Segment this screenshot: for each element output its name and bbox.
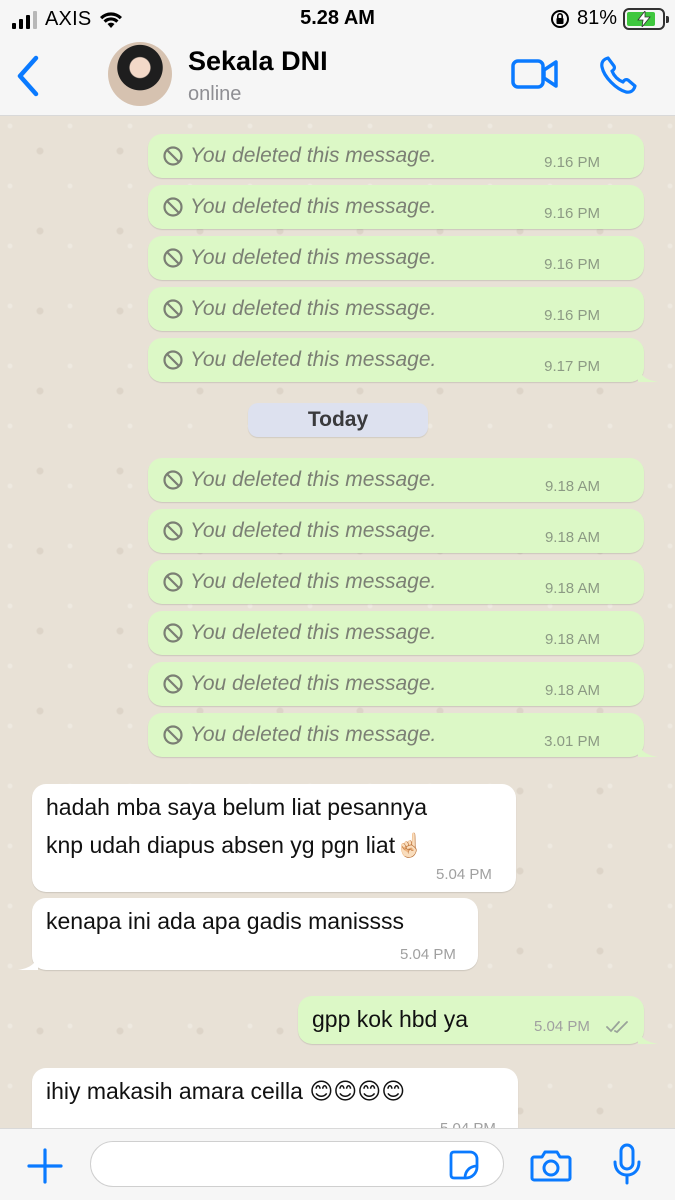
message-time: 5.04 PM <box>436 866 492 883</box>
message-time: 9.18 AM <box>544 478 600 495</box>
message-time: 5.04 PM <box>400 946 456 963</box>
message-time: 9.17 PM <box>544 358 600 375</box>
deleted-message-text: You deleted this message. <box>190 246 437 269</box>
prohibited-icon <box>163 572 183 592</box>
double-check-icon <box>606 1021 628 1034</box>
deleted-message-text: You deleted this message. <box>190 621 437 644</box>
bubble-tail <box>638 366 658 382</box>
deleted-message-text: You deleted this message. <box>190 144 437 167</box>
deleted-message-text: You deleted this message. <box>190 195 437 218</box>
deleted-message-bubble[interactable]: You deleted this message. 3.01 PM <box>148 713 658 757</box>
message-time: 9.18 AM <box>544 682 600 699</box>
prohibited-icon <box>163 299 183 319</box>
battery-percent: 81% <box>576 7 617 29</box>
deleted-message-bubble[interactable]: You deleted this message. 9.16 PM <box>148 287 644 331</box>
prohibited-icon <box>163 248 183 268</box>
message-time: 5.04 PM <box>440 1120 496 1128</box>
back-button[interactable] <box>12 54 46 98</box>
deleted-message-bubble[interactable]: You deleted this message. 9.16 PM <box>148 185 644 229</box>
message-text: ihiy makasih amara ceilla 😊😊😊😊 <box>46 1078 406 1104</box>
message-time: 5.04 PM <box>534 1018 590 1035</box>
input-bar <box>0 1128 675 1200</box>
incoming-message-bubble[interactable]: kenapa ini ada apa gadis manissss 5.04 PM <box>18 898 478 970</box>
sticker-button[interactable] <box>448 1149 480 1181</box>
bubble-tail <box>638 741 658 757</box>
deleted-message-text: You deleted this message. <box>190 672 437 695</box>
battery-icon <box>623 7 669 30</box>
camera-button[interactable] <box>530 1147 572 1183</box>
voice-call-button[interactable] <box>598 54 640 96</box>
attach-plus-button[interactable] <box>26 1147 64 1185</box>
message-text: gpp kok hbd ya <box>312 1006 469 1032</box>
deleted-message-text: You deleted this message. <box>190 723 437 746</box>
message-text: knp udah diapus absen yg pgn liat☝🏻 <box>46 832 424 858</box>
deleted-message-text: You deleted this message. <box>190 570 437 593</box>
message-time: 9.18 AM <box>544 529 600 546</box>
prohibited-icon <box>163 350 183 370</box>
prohibited-icon <box>163 470 183 490</box>
message-time: 3.01 PM <box>544 733 600 750</box>
charging-bolt-icon <box>637 10 651 27</box>
outgoing-message-bubble[interactable]: gpp kok hbd ya 5.04 PM <box>298 996 658 1044</box>
bubble-tail <box>638 1028 658 1044</box>
deleted-message-bubble[interactable]: You deleted this message. 9.18 AM <box>148 458 644 502</box>
incoming-message-bubble[interactable]: hadah mba saya belum liat pesannya knp ud… <box>32 784 516 892</box>
message-time: 9.16 PM <box>544 256 600 273</box>
contact-avatar[interactable] <box>108 42 172 106</box>
contact-name[interactable]: Sekala DNI <box>188 46 328 77</box>
deleted-message-text: You deleted this message. <box>190 468 437 491</box>
deleted-message-text: You deleted this message. <box>190 519 437 542</box>
prohibited-icon <box>163 725 183 745</box>
date-separator: Today <box>248 403 428 437</box>
deleted-message-text: You deleted this message. <box>190 297 437 320</box>
message-time: 9.18 AM <box>544 580 600 597</box>
contact-status: online <box>188 83 242 105</box>
status-right: 81% <box>549 7 669 30</box>
message-time: 9.16 PM <box>544 154 600 171</box>
prohibited-icon <box>163 146 183 166</box>
prohibited-icon <box>163 521 183 541</box>
microphone-button[interactable] <box>612 1143 642 1185</box>
deleted-message-bubble[interactable]: You deleted this message. 9.16 PM <box>148 134 644 178</box>
message-text: kenapa ini ada apa gadis manissss <box>46 908 405 934</box>
message-time: 9.16 PM <box>544 205 600 222</box>
message-input[interactable] <box>90 1141 504 1187</box>
deleted-message-bubble[interactable]: You deleted this message. 9.18 AM <box>148 611 644 655</box>
status-bar: AXIS 5.28 AM 81% <box>0 0 675 38</box>
deleted-message-bubble[interactable]: You deleted this message. 9.18 AM <box>148 662 644 706</box>
prohibited-icon <box>163 623 183 643</box>
deleted-message-text: You deleted this message. <box>190 348 437 371</box>
chat-header: Sekala DNI online <box>0 38 675 116</box>
bubble-tail <box>18 954 38 970</box>
prohibited-icon <box>163 197 183 217</box>
deleted-message-bubble[interactable]: You deleted this message. 9.18 AM <box>148 509 644 553</box>
deleted-message-bubble[interactable]: You deleted this message. 9.16 PM <box>148 236 644 280</box>
incoming-message-bubble[interactable]: ihiy makasih amara ceilla 😊😊😊😊 5.04 PM <box>32 1068 518 1128</box>
message-time: 9.18 AM <box>544 631 600 648</box>
video-call-button[interactable] <box>510 56 560 92</box>
deleted-message-bubble[interactable]: You deleted this message. 9.18 AM <box>148 560 644 604</box>
deleted-message-bubble[interactable]: You deleted this message. 9.17 PM <box>148 338 658 382</box>
rotation-lock-icon <box>550 9 569 28</box>
prohibited-icon <box>163 674 183 694</box>
chat-area[interactable]: You deleted this message. 9.16 PM You dele… <box>0 116 675 1128</box>
message-text: hadah mba saya belum liat pesannya <box>46 794 428 820</box>
message-time: 9.16 PM <box>544 307 600 324</box>
